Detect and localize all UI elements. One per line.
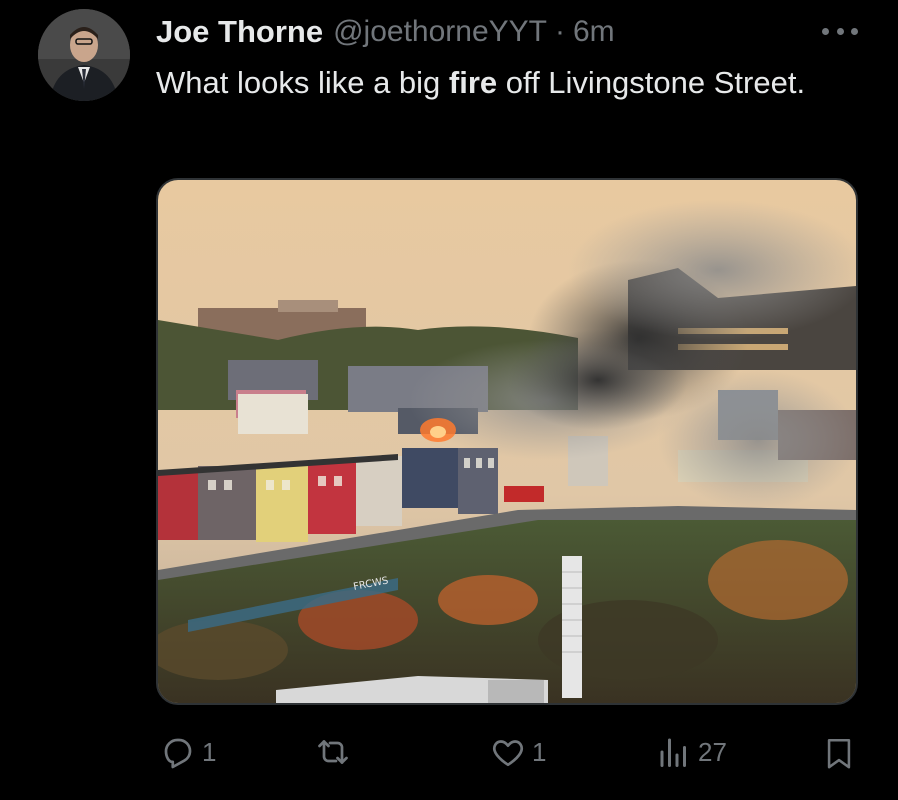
- more-options-button[interactable]: [822, 16, 858, 46]
- tweet-actions-bar: 1 1 27: [0, 728, 898, 784]
- reply-count: 1: [202, 736, 217, 767]
- reply-icon: [164, 738, 192, 769]
- profile-photo-icon: [38, 9, 130, 101]
- views-button[interactable]: 27: [656, 734, 727, 770]
- tweet-media-photo[interactable]: FRCWS: [156, 178, 858, 705]
- tweet-text-bold: fire: [448, 65, 498, 100]
- retweet-icon: [318, 740, 348, 764]
- tweet-text: What looks like a big fire off Livingsto…: [156, 60, 836, 106]
- tweet-timestamp[interactable]: 6m: [573, 15, 615, 49]
- author-name[interactable]: Joe Thorne: [156, 14, 323, 50]
- like-count: 1: [532, 736, 547, 767]
- more-dot-icon: [851, 27, 858, 35]
- tweet-header: Joe Thorne @joethorneYYT · 6m: [156, 14, 858, 50]
- bookmark-icon: [827, 738, 851, 769]
- like-button[interactable]: 1: [490, 734, 546, 770]
- header-separator: ·: [555, 15, 565, 48]
- reply-button[interactable]: 1: [160, 734, 216, 770]
- author-avatar[interactable]: [38, 9, 130, 101]
- more-dot-icon: [836, 27, 844, 35]
- tweet-text-before: What looks like a big: [156, 65, 449, 100]
- photo-fire-smoke-over-houses-icon: FRCWS: [158, 180, 856, 703]
- views-icon: [660, 738, 686, 767]
- retweet-button[interactable]: [314, 734, 358, 770]
- tweet-text-after: off Livingstone Street.: [497, 65, 806, 100]
- views-count: 27: [698, 736, 727, 767]
- bookmark-button[interactable]: [822, 734, 856, 772]
- heart-icon: [492, 740, 524, 767]
- more-dot-icon: [822, 27, 829, 35]
- author-handle[interactable]: @joethorneYYT: [333, 15, 547, 49]
